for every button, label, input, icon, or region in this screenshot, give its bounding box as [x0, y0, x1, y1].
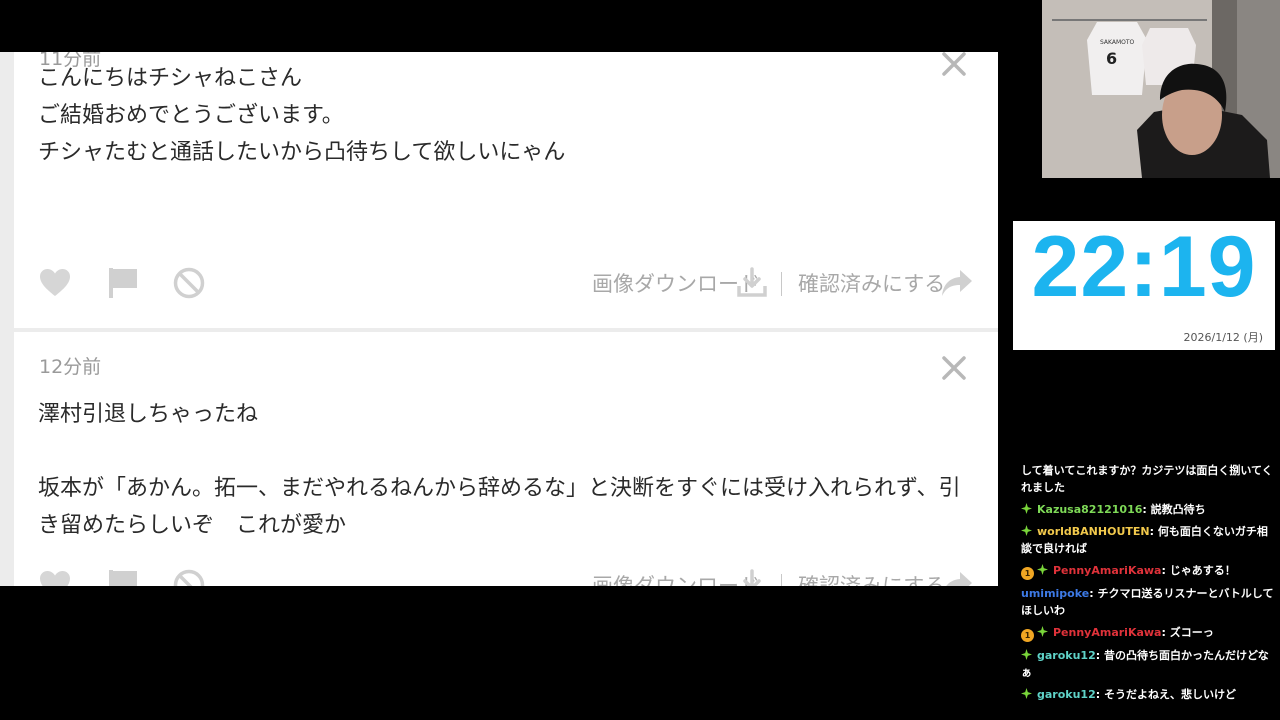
- webcam-feed: SAKAMOTO 6: [1042, 0, 1280, 178]
- chat-panel: して着いてこれますか？カジテツは面白く捌いてくれました Kazusa8212101…: [1015, 460, 1277, 720]
- download-icon[interactable]: [736, 568, 768, 586]
- chat-message: umimipoke: チクマロ送るリスナーとバトルしてほしいわ: [1015, 583, 1277, 622]
- chat-message: garoku12: 昔の凸待ち面白かったんだけどなぁ: [1015, 645, 1277, 684]
- chat-username[interactable]: umimipoke: [1021, 587, 1089, 600]
- chat-username[interactable]: worldBANHOUTEN: [1037, 525, 1150, 538]
- chat-username[interactable]: PennyAmariKawa: [1053, 626, 1161, 639]
- sparkle-badge-icon: [1037, 564, 1048, 575]
- chat-text: じゃあする！: [1169, 564, 1236, 577]
- chat-separator: :: [1161, 564, 1170, 577]
- share-arrow-icon[interactable]: [940, 568, 974, 586]
- sparkle-badge-icon: [1021, 688, 1032, 699]
- chat-username[interactable]: Kazusa82121016: [1037, 503, 1142, 516]
- chat-username[interactable]: garoku12: [1037, 688, 1096, 701]
- download-image-button[interactable]: 画像ダウンロード: [592, 268, 760, 298]
- chat-separator: :: [1161, 626, 1170, 639]
- heart-icon[interactable]: [38, 568, 72, 586]
- chat-text: そうだよねえ、悲しいけど: [1103, 688, 1236, 701]
- download-icon[interactable]: [736, 266, 768, 298]
- chat-text: して着いてこれますか？カジテツは面白く捌いてくれました: [1021, 464, 1273, 494]
- sparkle-badge-icon: [1021, 525, 1032, 536]
- close-icon[interactable]: [940, 354, 968, 382]
- flag-icon[interactable]: [106, 568, 140, 586]
- ban-icon[interactable]: [172, 568, 206, 586]
- clock-time: 22:19: [1031, 219, 1257, 315]
- message-time: 12分前: [39, 356, 102, 378]
- jersey-name: SAKAMOTO: [1100, 39, 1135, 46]
- chat-message: worldBANHOUTEN: 何も面白くないガチ相談で良ければ: [1015, 521, 1277, 560]
- chat-separator: :: [1095, 649, 1104, 662]
- divider: [781, 574, 782, 586]
- sparkle-badge-icon: [1037, 626, 1048, 637]
- sparkle-badge-icon: [1021, 503, 1032, 514]
- subscriber-badge-icon: 1: [1021, 629, 1034, 642]
- chat-text: ズコーっ: [1169, 626, 1214, 639]
- chat-message: して着いてこれますか？カジテツは面白く捌いてくれました: [1015, 460, 1277, 499]
- chat-message: 1 PennyAmariKawa: じゃあする！: [1015, 560, 1277, 583]
- chat-separator: :: [1149, 525, 1158, 538]
- message-panel: 11分前 こんにちはチシャねこさん ご結婚おめでとうございます。 チシャたむと通…: [0, 52, 998, 586]
- heart-icon[interactable]: [38, 266, 72, 300]
- mark-confirmed-button[interactable]: 確認済みにする: [798, 268, 945, 298]
- message-actions: 画像ダウンロード 確認済みにする: [14, 564, 998, 586]
- chat-message: garoku12: そうだよねえ、悲しいけど: [1015, 684, 1277, 706]
- chat-username[interactable]: garoku12: [1037, 649, 1096, 662]
- message-actions: 画像ダウンロード 確認済みにする: [14, 262, 998, 302]
- message-card: 12分前 澤村引退しちゃったね 坂本が「あかん。拓一、まだやれるねんから辞めるな…: [14, 332, 998, 586]
- clock-date: 2026/1/12 (月): [1183, 331, 1263, 344]
- chat-separator: :: [1142, 503, 1151, 516]
- chat-message: 1 PennyAmariKawa: ズコーっ: [1015, 622, 1277, 645]
- webcam-image: SAKAMOTO 6: [1042, 0, 1280, 178]
- subscriber-badge-icon: 1: [1021, 567, 1034, 580]
- chat-username[interactable]: PennyAmariKawa: [1053, 564, 1161, 577]
- chat-separator: :: [1095, 688, 1104, 701]
- flag-icon[interactable]: [106, 266, 140, 300]
- message-card: 11分前 こんにちはチシャねこさん ご結婚おめでとうございます。 チシャたむと通…: [14, 52, 998, 328]
- chat-text: 説教凸待ち: [1150, 503, 1206, 516]
- message-body: こんにちはチシャねこさん ご結婚おめでとうございます。 チシャたむと通話したいか…: [38, 66, 566, 165]
- mark-confirmed-button[interactable]: 確認済みにする: [798, 570, 945, 586]
- clock-widget: 22:19 2026/1/12 (月): [1013, 221, 1275, 350]
- sparkle-badge-icon: [1021, 649, 1032, 660]
- chat-message: Kazusa82121016: 説教凸待ち: [1015, 499, 1277, 521]
- jersey-number: 6: [1106, 49, 1117, 68]
- divider: [781, 272, 782, 296]
- share-arrow-icon[interactable]: [940, 266, 974, 300]
- ban-icon[interactable]: [172, 266, 206, 300]
- message-body: 澤村引退しちゃったね 坂本が「あかん。拓一、まだやれるねんから辞めるな」と決断を…: [38, 402, 961, 538]
- download-image-button[interactable]: 画像ダウンロード: [592, 570, 760, 586]
